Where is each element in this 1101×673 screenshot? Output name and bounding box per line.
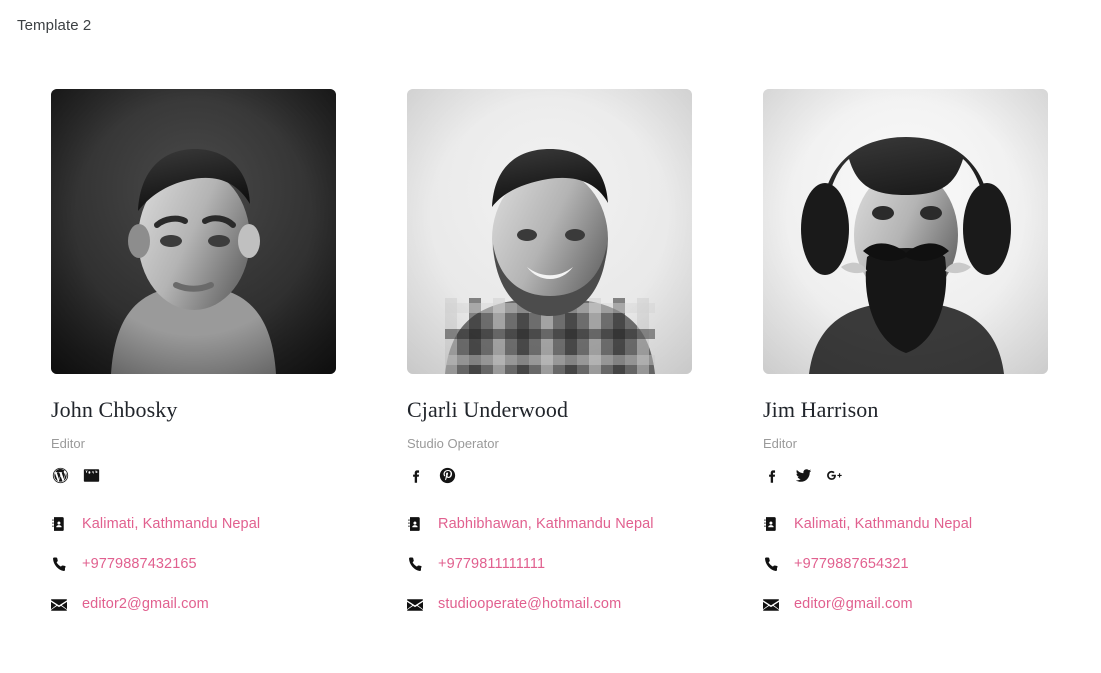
- contact-row: studiooperate@hotmail.com: [407, 584, 692, 624]
- team-member-card: Cjarli Underwood Studio Operator Rabhibhaw…: [407, 89, 692, 624]
- contact-value[interactable]: Kalimati, Kathmandu Nepal: [794, 514, 972, 534]
- member-name: Cjarli Underwood: [407, 397, 569, 422]
- social-links: [51, 466, 336, 484]
- contact-value[interactable]: Kalimati, Kathmandu Nepal: [82, 514, 260, 534]
- contact-value[interactable]: +9779887654321: [794, 554, 909, 574]
- member-photo: [407, 89, 692, 374]
- envelope-icon: [51, 596, 69, 612]
- contact-value[interactable]: editor@gmail.com: [794, 594, 913, 614]
- google-plus-icon[interactable]: [825, 466, 843, 484]
- social-links: [763, 466, 1048, 484]
- team-member-card: Jim Harrison Editor Kalimati, Kathmandu Ne…: [763, 89, 1048, 624]
- contact-row: +9779887432165: [51, 544, 336, 584]
- member-photo: [51, 89, 336, 374]
- contact-list: Kalimati, Kathmandu Nepal +9779887432165 e…: [51, 504, 336, 624]
- contact-row: +9779811111111: [407, 544, 692, 584]
- facebook-icon[interactable]: [763, 466, 781, 484]
- contact-row: Kalimati, Kathmandu Nepal: [763, 504, 1048, 544]
- phone-icon: [51, 557, 69, 572]
- team-member-grid: John Chbosky Editor Kalimati, Kathmandu Ne…: [51, 89, 1048, 624]
- contact-value[interactable]: studiooperate@hotmail.com: [438, 594, 621, 614]
- phone-icon: [763, 557, 781, 572]
- phone-icon: [407, 557, 425, 572]
- team-member-card: John Chbosky Editor Kalimati, Kathmandu Ne…: [51, 89, 336, 624]
- wordpress-icon[interactable]: [51, 466, 69, 484]
- team-template-page: Template 2 John Chbosky Editor Kalimati, K…: [0, 0, 1101, 673]
- contact-list: Rabhibhawan, Kathmandu Nepal +97798111111…: [407, 504, 692, 624]
- member-role: Studio Operator: [407, 436, 499, 451]
- contact-value[interactable]: +9779811111111: [438, 554, 545, 574]
- contact-row: editor2@gmail.com: [51, 584, 336, 624]
- envelope-icon: [407, 596, 425, 612]
- address-book-icon: [763, 516, 781, 532]
- member-photo: [763, 89, 1048, 374]
- contact-value[interactable]: editor2@gmail.com: [82, 594, 209, 614]
- youtube-icon[interactable]: [82, 466, 100, 484]
- twitter-icon[interactable]: [794, 466, 812, 484]
- envelope-icon: [763, 596, 781, 612]
- member-role: Editor: [763, 436, 797, 451]
- page-title: Template 2: [17, 17, 92, 34]
- contact-value[interactable]: Rabhibhawan, Kathmandu Nepal: [438, 514, 654, 534]
- pinterest-icon[interactable]: [438, 466, 456, 484]
- member-name: Jim Harrison: [763, 397, 879, 422]
- contact-row: +9779887654321: [763, 544, 1048, 584]
- address-book-icon: [407, 516, 425, 532]
- facebook-icon[interactable]: [407, 466, 425, 484]
- contact-row: Kalimati, Kathmandu Nepal: [51, 504, 336, 544]
- contact-list: Kalimati, Kathmandu Nepal +9779887654321 e…: [763, 504, 1048, 624]
- contact-value[interactable]: +9779887432165: [82, 554, 197, 574]
- address-book-icon: [51, 516, 69, 532]
- contact-row: editor@gmail.com: [763, 584, 1048, 624]
- social-links: [407, 466, 692, 484]
- member-name: John Chbosky: [51, 397, 178, 422]
- member-role: Editor: [51, 436, 85, 451]
- contact-row: Rabhibhawan, Kathmandu Nepal: [407, 504, 692, 544]
